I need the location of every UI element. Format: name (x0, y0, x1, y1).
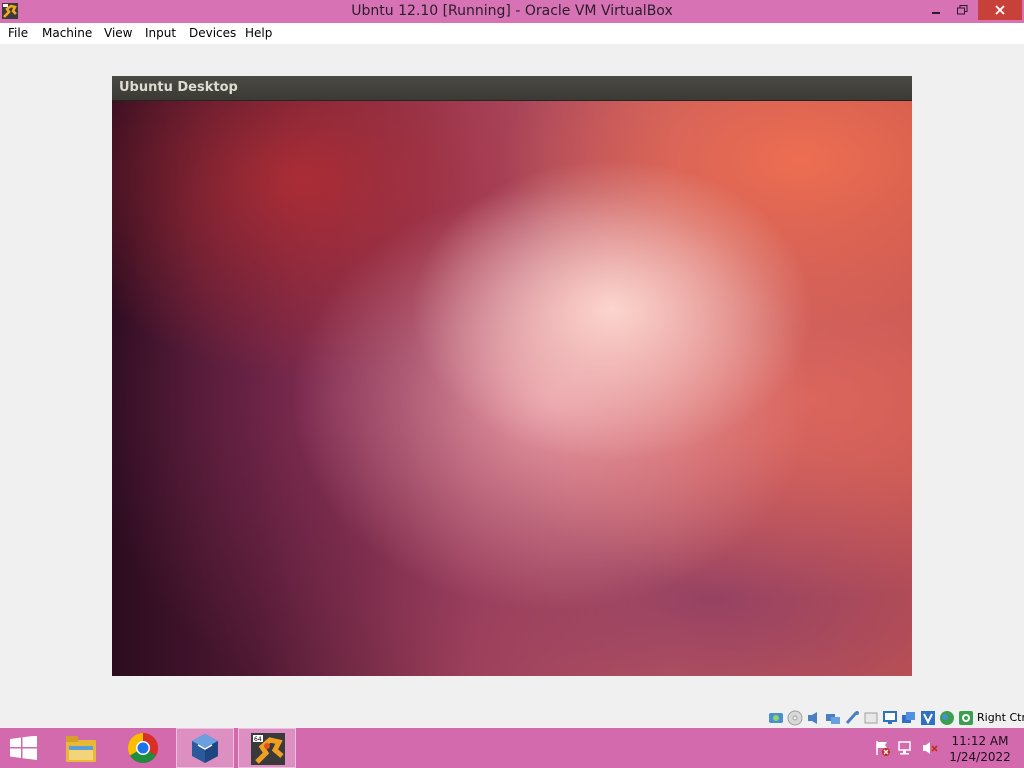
restore-icon[interactable] (950, 0, 974, 20)
chrome-icon[interactable] (117, 728, 169, 768)
clock-date: 1/24/2022 (949, 750, 1011, 764)
action-center-flag-icon[interactable] (874, 740, 890, 756)
menu-view[interactable]: View (104, 26, 132, 40)
menu-devices[interactable]: Devices (189, 26, 236, 40)
window-titlebar[interactable]: Ubntu 12.10 [Running] - Oracle VM Virtua… (0, 0, 1024, 23)
usb-icon[interactable] (844, 710, 860, 726)
host-key-label[interactable]: Right Ctrl (977, 711, 1024, 724)
ubuntu-desktop-wallpaper[interactable] (112, 100, 912, 676)
vm-display[interactable]: Ubuntu Desktop (112, 76, 912, 676)
shared-folders-icon[interactable] (863, 710, 879, 726)
menu-help[interactable]: Help (245, 26, 272, 40)
ubuntu-panel-title: Ubuntu Desktop (119, 80, 238, 95)
mouse-integration-icon[interactable] (939, 710, 955, 726)
menu-input[interactable]: Input (145, 26, 176, 40)
windows-start-icon[interactable] (0, 728, 48, 768)
virtualization-icon[interactable] (920, 710, 936, 726)
video-capture-icon[interactable] (901, 710, 917, 726)
ubuntu-top-panel[interactable]: Ubuntu Desktop (112, 76, 912, 101)
virtualbox-manager-icon[interactable] (176, 728, 234, 768)
taskbar: 64 11:12 AM 1/24/2022 (0, 728, 1024, 768)
hard-disk-icon[interactable] (768, 710, 784, 726)
minimize-icon[interactable] (922, 0, 950, 20)
network-monitor-icon[interactable] (898, 740, 914, 756)
optical-disc-icon[interactable] (787, 710, 803, 726)
svg-text:64: 64 (254, 736, 262, 743)
network-icon[interactable] (825, 710, 841, 726)
volume-muted-icon[interactable] (922, 740, 938, 756)
menu-machine[interactable]: Machine (42, 26, 92, 40)
clock-time: 11:12 AM (951, 734, 1009, 748)
display-icon[interactable] (882, 710, 898, 726)
close-icon[interactable] (978, 0, 1022, 20)
audio-icon[interactable] (806, 710, 822, 726)
menu-bar: File Machine View Input Devices Help (0, 23, 1024, 44)
system-clock[interactable]: 11:12 AM 1/24/2022 (940, 733, 1020, 765)
file-explorer-icon[interactable] (55, 728, 107, 768)
virtualbox-vm-icon[interactable]: 64 (238, 728, 296, 768)
window-title: Ubntu 12.10 [Running] - Oracle VM Virtua… (351, 3, 673, 19)
vm-status-bar: Right Ctrl (766, 709, 1024, 727)
menu-file[interactable]: File (8, 26, 28, 40)
keyboard-capture-icon[interactable] (958, 710, 974, 726)
